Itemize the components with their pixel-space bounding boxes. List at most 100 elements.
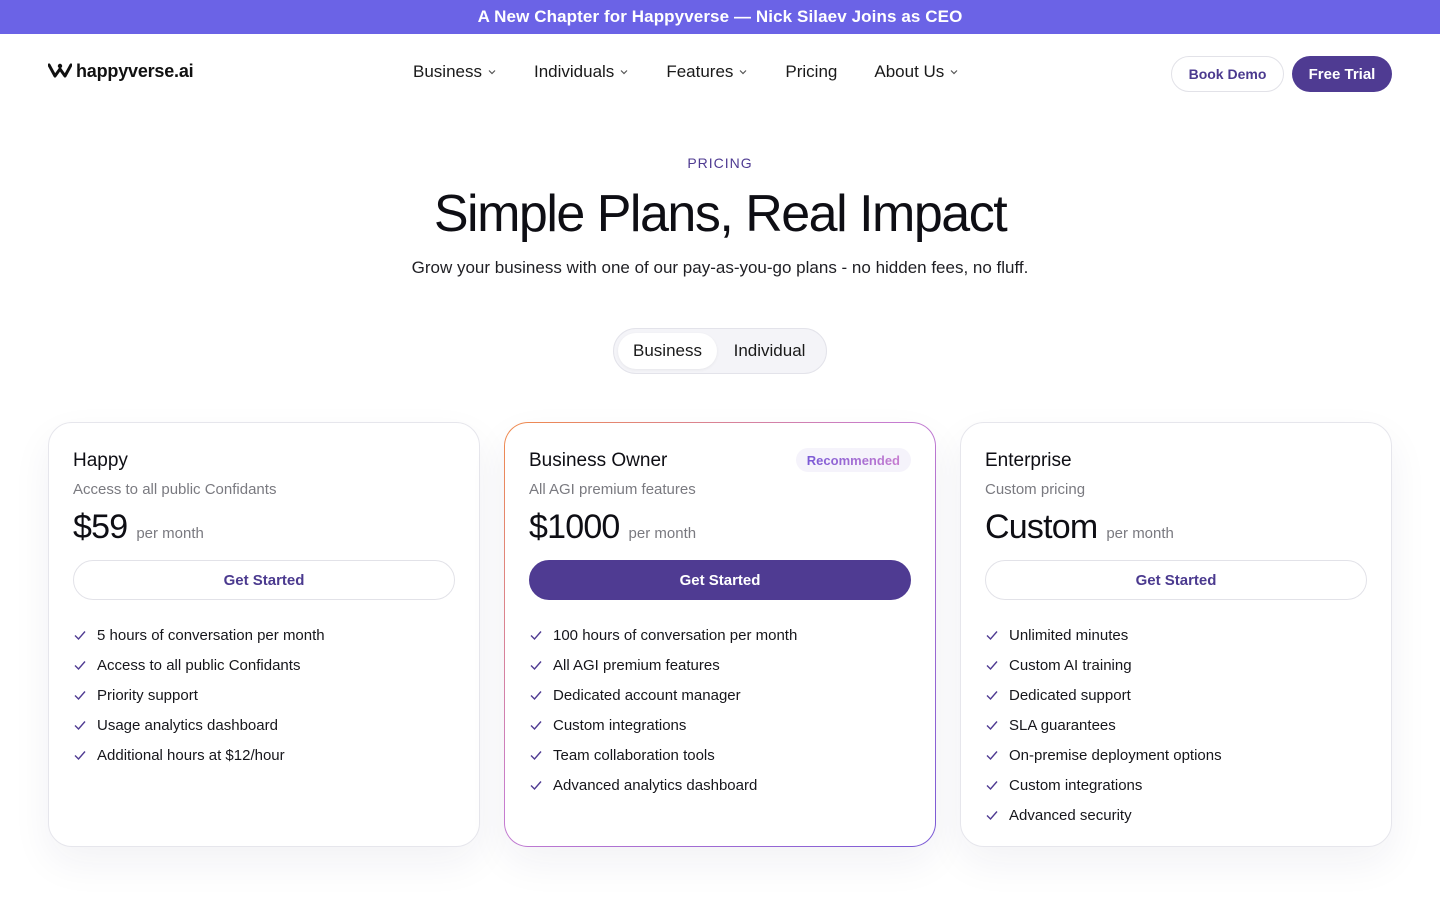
top-navigation: happyverse.ai Business Individuals Featu…	[0, 34, 1440, 114]
nav-item-features[interactable]: Features	[666, 62, 748, 82]
feature-text: Dedicated support	[1009, 686, 1131, 704]
nav-links: Business Individuals Features Pricing Ab…	[413, 62, 996, 82]
nav-item-label: Pricing	[785, 62, 838, 81]
feature-item: Access to all public Confidants	[73, 650, 455, 680]
plan-type-toggle: Business Individual	[613, 328, 827, 374]
chevron-down-icon	[950, 70, 958, 75]
feature-text: Custom integrations	[553, 716, 687, 734]
book-demo-button[interactable]: Book Demo	[1171, 56, 1284, 92]
plan-description: Custom pricing	[985, 481, 1086, 498]
feature-text: Unlimited minutes	[1009, 626, 1129, 644]
nav-item-pricing[interactable]: Pricing	[785, 62, 837, 82]
toggle-option-business[interactable]: Business	[618, 333, 718, 369]
plan-period: per month	[628, 525, 697, 542]
feature-item: Custom integrations	[985, 770, 1367, 800]
plan-card-enterprise: Enterprise Custom pricing Custom per mon…	[960, 422, 1392, 847]
chevron-down-icon	[620, 70, 628, 75]
check-icon	[986, 751, 998, 761]
nav-item-label: Business	[413, 62, 482, 81]
feature-text: SLA guarantees	[1009, 716, 1116, 734]
nav-item-label: Features	[666, 62, 734, 81]
feature-item: Team collaboration tools	[529, 740, 911, 770]
check-icon	[530, 751, 542, 761]
price-row: $1000 per month	[529, 508, 911, 547]
feature-text: 100 hours of conversation per month	[553, 626, 798, 644]
check-icon	[986, 631, 998, 641]
feature-text: 5 hours of conversation per month	[97, 626, 325, 644]
chevron-down-icon	[739, 70, 747, 75]
plan-card-business-owner: Recommended Business Owner All AGI premi…	[504, 422, 936, 847]
toggle-option-individual[interactable]: Individual	[717, 333, 822, 369]
feature-item: On-premise deployment options	[985, 740, 1367, 770]
feature-item: Priority support	[73, 680, 455, 710]
check-icon	[530, 661, 542, 671]
feature-text: Dedicated account manager	[553, 686, 741, 704]
feature-text: Custom integrations	[1009, 776, 1143, 794]
check-icon	[986, 811, 998, 821]
feature-text: Usage analytics dashboard	[97, 716, 278, 734]
get-started-button[interactable]: Get Started	[985, 560, 1367, 600]
badge-text: Recommended	[806, 452, 900, 468]
announcement-bar[interactable]: A New Chapter for Happyverse — Nick Sila…	[0, 0, 1440, 34]
check-icon	[530, 781, 542, 791]
feature-item: 100 hours of conversation per month	[529, 620, 911, 650]
get-started-button[interactable]: Get Started	[529, 560, 911, 600]
feature-text: Custom AI training	[1009, 656, 1132, 674]
happyverse-logo-icon	[48, 63, 72, 77]
feature-list: Unlimited minutes Custom AI training Ded…	[985, 620, 1367, 830]
plan-description: All AGI premium features	[529, 481, 696, 498]
plan-description: Access to all public Confidants	[73, 481, 277, 498]
plan-period: per month	[136, 525, 204, 542]
get-started-button[interactable]: Get Started	[73, 560, 455, 600]
plan-name: Enterprise	[985, 450, 1072, 471]
feature-list: 5 hours of conversation per month Access…	[73, 620, 455, 770]
feature-item: Additional hours at $12/hour	[73, 740, 455, 770]
check-icon	[74, 751, 86, 761]
nav-item-about-us[interactable]: About Us	[874, 62, 959, 82]
check-icon	[74, 631, 86, 641]
logo[interactable]: happyverse.ai	[48, 61, 194, 82]
check-icon	[74, 721, 86, 731]
check-icon	[986, 661, 998, 671]
feature-item: Advanced security	[985, 800, 1367, 830]
check-icon	[530, 631, 542, 641]
plan-price: Custom	[985, 508, 1098, 546]
announcement-text[interactable]: A New Chapter for Happyverse — Nick Sila…	[478, 7, 963, 27]
feature-item: Custom AI training	[985, 650, 1367, 680]
feature-text: Team collaboration tools	[553, 746, 715, 764]
feature-item: 5 hours of conversation per month	[73, 620, 455, 650]
price-row: $59 per month	[73, 508, 455, 547]
price-row: Custom per month	[985, 508, 1367, 547]
feature-text: On-premise deployment options	[1009, 746, 1222, 764]
feature-item: Advanced analytics dashboard	[529, 770, 911, 800]
feature-item: SLA guarantees	[985, 710, 1367, 740]
check-icon	[986, 781, 998, 791]
check-icon	[74, 691, 86, 701]
feature-text: Access to all public Confidants	[97, 656, 301, 674]
plan-card-happy: Happy Access to all public Confidants $5…	[48, 422, 480, 847]
free-trial-button[interactable]: Free Trial	[1292, 56, 1392, 92]
nav-item-business[interactable]: Business	[413, 62, 497, 82]
feature-text: Additional hours at $12/hour	[97, 746, 285, 764]
check-icon	[530, 691, 542, 701]
nav-item-label: Individuals	[533, 62, 615, 81]
check-icon	[74, 661, 86, 671]
feature-item: Dedicated account manager	[529, 680, 911, 710]
nav-item-label: About Us	[874, 62, 945, 81]
feature-item: Dedicated support	[985, 680, 1367, 710]
feature-text: Priority support	[97, 686, 198, 704]
logo-text: happyverse.ai	[76, 61, 194, 81]
plan-price: $1000	[529, 508, 620, 546]
feature-item: Unlimited minutes	[985, 620, 1367, 650]
plan-name: Happy	[73, 450, 128, 471]
plan-price: $59	[73, 508, 128, 546]
feature-item: Usage analytics dashboard	[73, 710, 455, 740]
chevron-down-icon	[488, 70, 496, 75]
check-icon	[986, 691, 998, 701]
page-title: Simple Plans, Real Impact	[433, 185, 1008, 243]
feature-item: Custom integrations	[529, 710, 911, 740]
feature-text: Advanced analytics dashboard	[553, 776, 758, 794]
plan-period: per month	[1106, 525, 1174, 542]
nav-item-individuals[interactable]: Individuals	[534, 62, 629, 82]
feature-text: Advanced security	[1009, 806, 1132, 824]
